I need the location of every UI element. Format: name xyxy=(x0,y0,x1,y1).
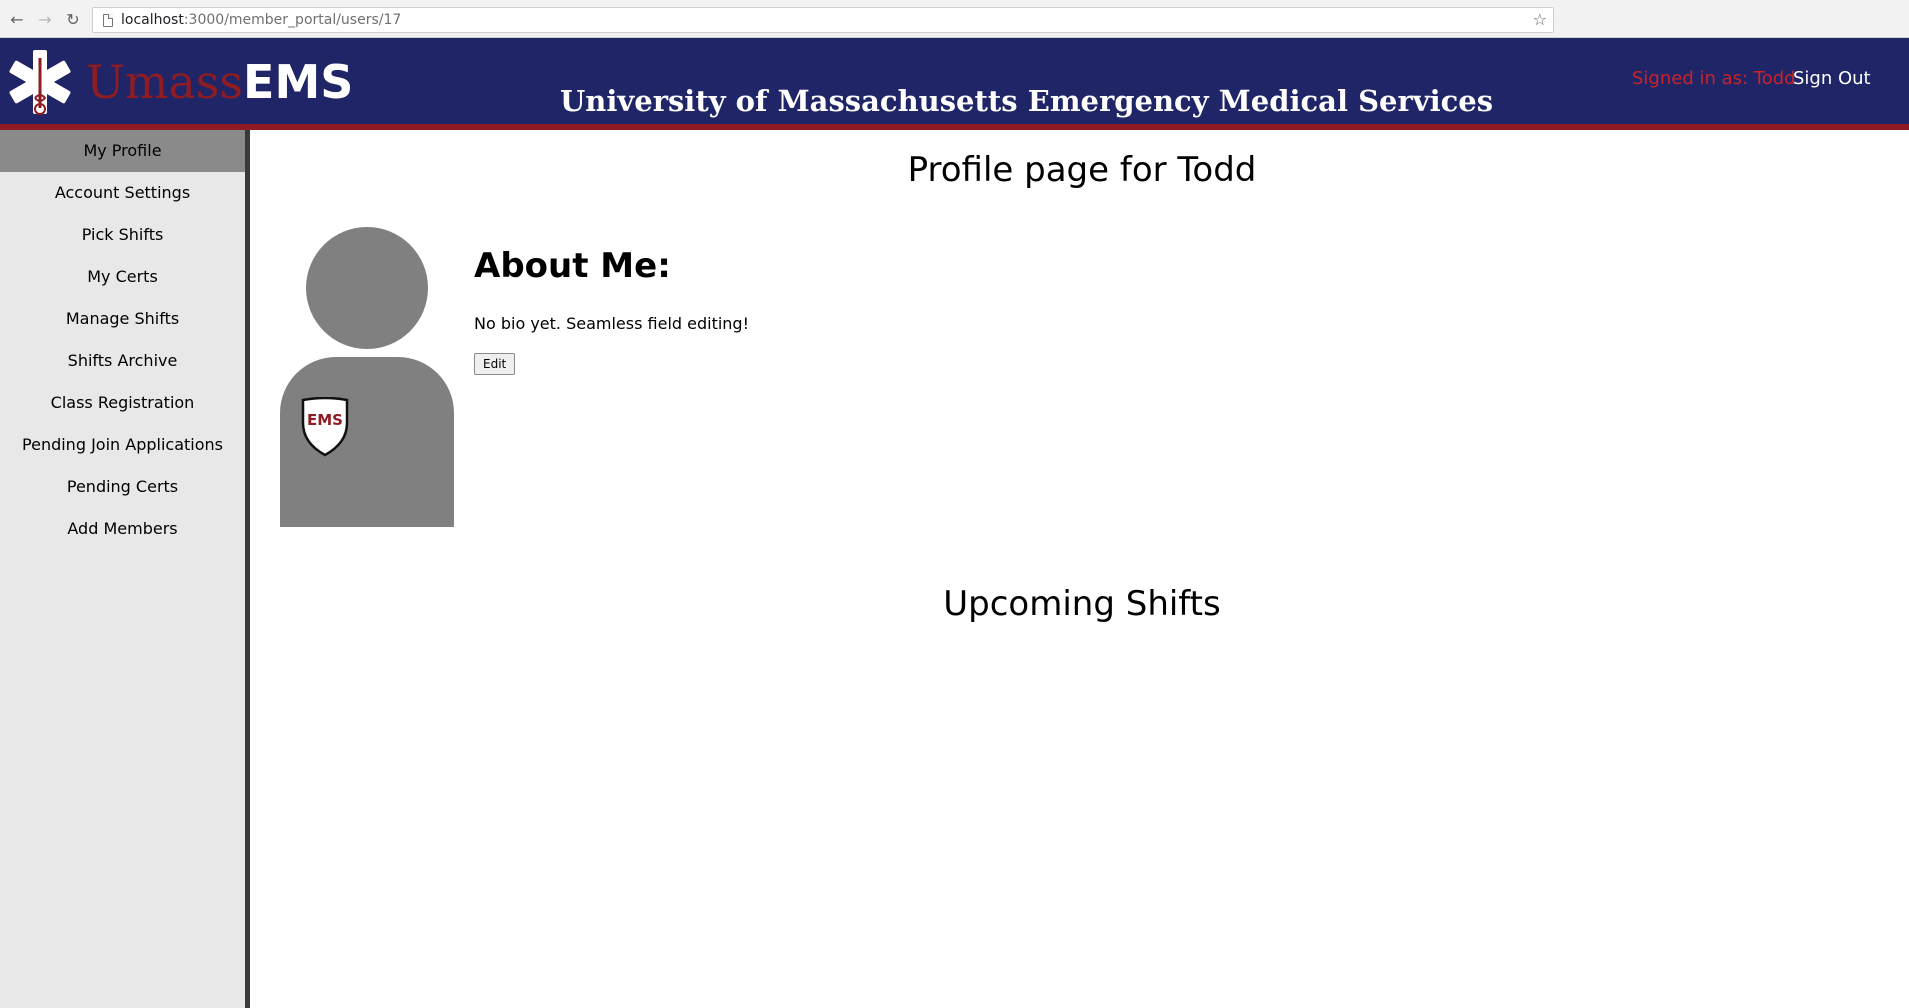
reload-icon[interactable]: ↻ xyxy=(62,8,84,30)
page-title: Profile page for Todd xyxy=(907,150,1257,190)
url-host: localhost xyxy=(121,12,184,28)
page-icon xyxy=(103,14,113,27)
badge-text: EMS xyxy=(307,411,343,429)
logo-ems: EMS xyxy=(243,55,354,109)
site-logo[interactable]: UmassEMS xyxy=(4,48,353,116)
sign-out-link[interactable]: Sign Out xyxy=(1793,68,1871,89)
sidebar-item-pick-shifts[interactable]: Pick Shifts xyxy=(0,214,245,256)
sidebar-item-manage-shifts[interactable]: Manage Shifts xyxy=(0,298,245,340)
about-me-heading: About Me: xyxy=(474,246,671,286)
sidebar: My Profile Account Settings Pick Shifts … xyxy=(0,130,250,1008)
sidebar-item-pending-join-applications[interactable]: Pending Join Applications xyxy=(0,424,245,466)
sidebar-item-pending-certs[interactable]: Pending Certs xyxy=(0,466,245,508)
sidebar-item-account-settings[interactable]: Account Settings xyxy=(0,172,245,214)
sidebar-item-my-certs[interactable]: My Certs xyxy=(0,256,245,298)
edit-bio-button[interactable]: Edit xyxy=(474,353,516,375)
sidebar-item-class-registration[interactable]: Class Registration xyxy=(0,382,245,424)
avatar: EMS xyxy=(280,227,454,527)
forward-arrow-icon[interactable]: → xyxy=(34,8,56,30)
logo-umass: Umass xyxy=(86,55,244,109)
sidebar-item-my-profile[interactable]: My Profile xyxy=(0,130,245,172)
browser-toolbar: ← → ↻ localhost:3000/member_portal/users… xyxy=(0,0,1909,38)
bookmark-star-icon[interactable]: ☆ xyxy=(1533,8,1547,32)
bio-text: No bio yet. Seamless field editing! xyxy=(474,314,749,333)
site-title: University of Massachusetts Emergency Me… xyxy=(560,84,1494,118)
upcoming-shifts-heading: Upcoming Shifts xyxy=(943,584,1221,624)
avatar-head xyxy=(306,227,428,349)
url-text: localhost:3000/member_portal/users/17 xyxy=(121,8,401,32)
signed-in-label: Signed in as: Todd xyxy=(1632,68,1796,89)
back-arrow-icon[interactable]: ← xyxy=(6,8,28,30)
url-path: :3000/member_portal/users/17 xyxy=(183,12,402,28)
header-stripe xyxy=(0,124,1909,130)
logo-wordmark: UmassEMS xyxy=(86,48,353,116)
sidebar-item-shifts-archive[interactable]: Shifts Archive xyxy=(0,340,245,382)
sidebar-item-add-members[interactable]: Add Members xyxy=(0,508,245,550)
star-of-life-icon xyxy=(4,48,76,116)
address-bar[interactable]: localhost:3000/member_portal/users/17 ☆ xyxy=(92,7,1554,33)
ems-shield-icon: EMS xyxy=(300,396,350,457)
